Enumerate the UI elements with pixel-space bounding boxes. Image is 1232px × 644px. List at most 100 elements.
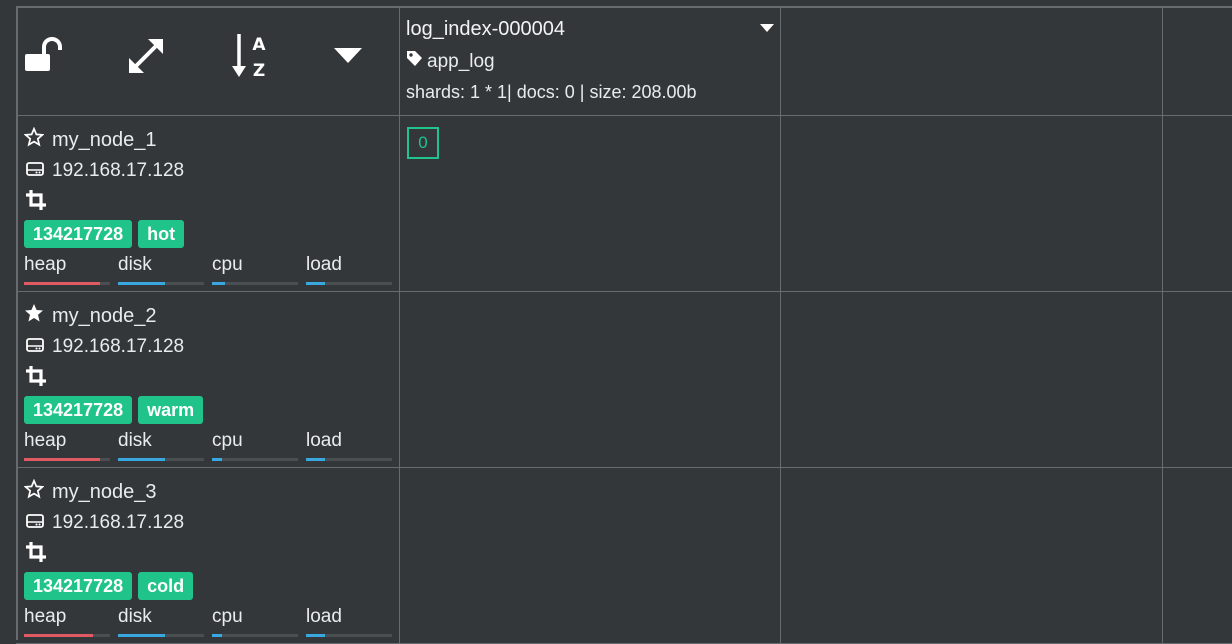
hdd-icon xyxy=(26,336,44,358)
index-header-cell: log_index-000004 app_log shards: 1 * 1| … xyxy=(400,6,781,116)
metric-bar-fill xyxy=(24,458,100,461)
metric-bar-fill xyxy=(24,634,93,637)
metric-bar-fill xyxy=(212,282,225,285)
node-cell: my_node_2 192.168.17.128 134217728 warm h… xyxy=(16,292,400,468)
metric-load: load xyxy=(306,606,392,637)
metric-bar xyxy=(118,458,204,461)
metric-bar xyxy=(212,282,298,285)
metric-bar-fill xyxy=(212,458,223,461)
crop-icon xyxy=(26,366,46,391)
crop-icon xyxy=(26,542,46,567)
metric-label: load xyxy=(306,430,342,451)
empty-cell xyxy=(781,292,1163,468)
node-ip: 192.168.17.128 xyxy=(26,336,184,358)
empty-cell xyxy=(781,116,1163,292)
svg-text:Z: Z xyxy=(253,61,265,80)
metric-label: disk xyxy=(118,430,152,451)
empty-cell xyxy=(1163,116,1232,292)
metric-label: cpu xyxy=(212,606,243,627)
metric-bar-fill xyxy=(24,282,100,285)
metric-bar xyxy=(24,282,110,285)
metric-bar-fill xyxy=(118,458,166,461)
shard-cell xyxy=(400,292,781,468)
hdd-icon xyxy=(26,160,44,182)
metric-cpu: cpu xyxy=(212,606,298,637)
metric-heap: heap xyxy=(24,254,110,285)
node-ip-label: 192.168.17.128 xyxy=(52,512,185,533)
svg-text:A: A xyxy=(252,35,266,55)
metric-bar-fill xyxy=(306,458,325,461)
metric-bar-fill xyxy=(118,282,166,285)
metric-disk: disk xyxy=(118,254,204,285)
hdd-icon xyxy=(26,512,44,534)
shard-box[interactable]: 0 xyxy=(407,127,439,159)
metric-label: disk xyxy=(118,254,152,275)
metric-bar xyxy=(306,458,392,461)
metric-bar xyxy=(306,634,392,637)
empty-header-cell xyxy=(781,6,1163,116)
node-name-label: my_node_3 xyxy=(52,480,157,503)
metric-bar xyxy=(24,634,110,637)
metric-label: heap xyxy=(24,254,67,275)
node-size-badge: 134217728 xyxy=(24,396,133,424)
metric-disk: disk xyxy=(118,606,204,637)
index-menu-caret-icon[interactable] xyxy=(760,20,774,38)
metric-label: heap xyxy=(24,430,67,451)
metric-label: cpu xyxy=(212,430,243,451)
node-name[interactable]: my_node_3 xyxy=(23,478,157,505)
node-ip: 192.168.17.128 xyxy=(26,512,184,534)
node-size-badge: 134217728 xyxy=(24,220,133,248)
metric-label: heap xyxy=(24,606,67,627)
metric-bar xyxy=(118,282,204,285)
metric-bar-fill xyxy=(212,634,223,637)
node-name[interactable]: my_node_1 xyxy=(23,126,157,153)
node-tier-badge: warm xyxy=(138,396,204,424)
unlock-icon[interactable] xyxy=(24,36,64,79)
tag-icon xyxy=(406,50,423,73)
metric-bar xyxy=(306,282,392,285)
node-ip: 192.168.17.128 xyxy=(26,160,184,182)
metric-bar xyxy=(212,634,298,637)
empty-cell xyxy=(1163,468,1232,644)
metric-label: load xyxy=(306,254,342,275)
caret-down-icon[interactable] xyxy=(334,48,362,69)
metric-heap: heap xyxy=(24,606,110,637)
metric-disk: disk xyxy=(118,430,204,461)
node-name-label: my_node_1 xyxy=(52,128,157,151)
node-name[interactable]: my_node_2 xyxy=(24,303,157,329)
empty-header-cell xyxy=(1163,6,1232,116)
node-badges: 134217728 warm xyxy=(24,396,204,424)
index-alias: app_log xyxy=(406,50,495,73)
metric-label: disk xyxy=(118,606,152,627)
metric-heap: heap xyxy=(24,430,110,461)
crop-icon xyxy=(26,190,46,215)
metric-bar xyxy=(118,634,204,637)
node-badges: 134217728 hot xyxy=(24,220,185,248)
metric-load: load xyxy=(306,254,392,285)
alias-label: app_log xyxy=(427,50,495,72)
node-cell: my_node_3 192.168.17.128 134217728 cold h… xyxy=(16,468,400,644)
node-cell: my_node_1 192.168.17.128 134217728 hot he… xyxy=(16,116,400,292)
node-tier-badge: hot xyxy=(138,220,185,248)
star-outline-icon xyxy=(23,478,45,505)
empty-cell xyxy=(781,468,1163,644)
metric-cpu: cpu xyxy=(212,430,298,461)
metric-cpu: cpu xyxy=(212,254,298,285)
sort-alpha-icon[interactable]: A Z xyxy=(232,32,274,85)
node-badges: 134217728 cold xyxy=(24,572,194,600)
node-ip-label: 192.168.17.128 xyxy=(52,160,185,181)
cluster-grid: A Z log_index-000004 app_log shards: 1 *… xyxy=(16,6,1232,644)
node-tier-badge: cold xyxy=(138,572,194,600)
star-filled-icon xyxy=(24,303,44,329)
node-name-label: my_node_2 xyxy=(52,304,157,327)
empty-cell xyxy=(1163,292,1232,468)
node-size-badge: 134217728 xyxy=(24,572,133,600)
index-name[interactable]: log_index-000004 xyxy=(406,18,565,41)
metric-bar-fill xyxy=(118,634,166,637)
metric-load: load xyxy=(306,430,392,461)
metric-bar-fill xyxy=(306,282,325,285)
shard-cell: 0 xyxy=(400,116,781,292)
index-stats: shards: 1 * 1| docs: 0 | size: 208.00b xyxy=(406,82,697,102)
expand-icon[interactable] xyxy=(126,36,166,81)
metric-label: cpu xyxy=(212,254,243,275)
